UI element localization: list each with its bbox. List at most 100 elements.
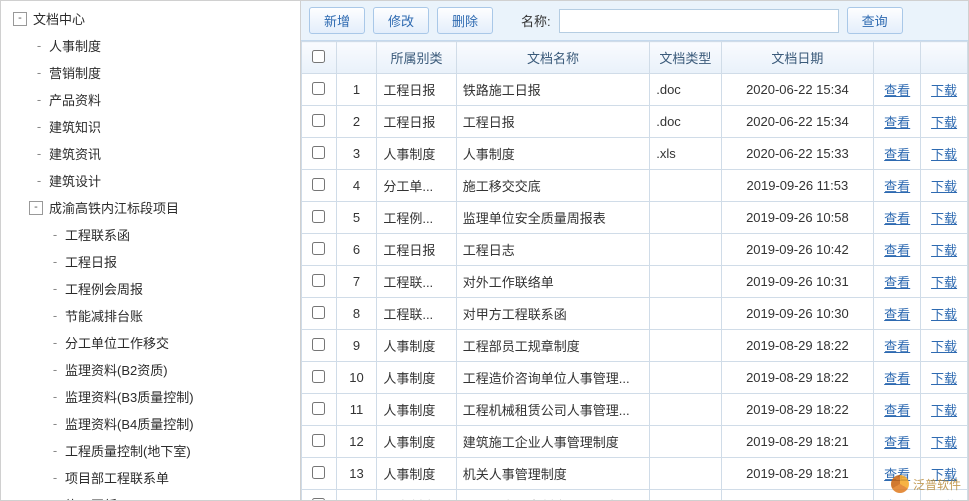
cell-docdate: 2019-09-26 11:53	[721, 170, 874, 202]
row-checkbox[interactable]	[312, 178, 325, 191]
leaf-icon: -	[49, 227, 61, 242]
view-link[interactable]: 查看	[884, 467, 910, 482]
cell-docname: 公司人事规章制度2019最新...	[456, 490, 649, 501]
document-grid: 所属别类 文档名称 文档类型 文档日期 1工程日报铁路施工日报.doc2020-…	[301, 41, 968, 500]
row-checkbox[interactable]	[312, 434, 325, 447]
download-link[interactable]: 下载	[931, 339, 957, 354]
collapse-icon[interactable]: -	[29, 201, 43, 215]
table-row: 8工程联...对甲方工程联系函2019-09-26 10:30查看下载	[302, 298, 968, 330]
cell-docname: 对外工作联络单	[456, 266, 649, 298]
view-link[interactable]: 查看	[884, 371, 910, 386]
sidebar-item[interactable]: -项目部工程联系单	[1, 464, 300, 491]
row-checkbox[interactable]	[312, 274, 325, 287]
view-link[interactable]: 查看	[884, 243, 910, 258]
cell-index: 3	[336, 138, 377, 170]
main-panel: 新增 修改 删除 名称: 查询 所属别类 文档名称 文档类型 文档日期	[301, 1, 968, 500]
cell-docname: 人事制度	[456, 138, 649, 170]
download-link[interactable]: 下载	[931, 403, 957, 418]
cell-docdate: 2019-09-26 10:31	[721, 266, 874, 298]
view-link[interactable]: 查看	[884, 83, 910, 98]
cell-doctype: .doc	[650, 74, 721, 106]
col-doctype[interactable]: 文档类型	[650, 42, 721, 74]
sidebar-item[interactable]: -工程联系函	[1, 221, 300, 248]
edit-button[interactable]: 修改	[373, 7, 429, 34]
sidebar-item[interactable]: -建筑知识	[1, 113, 300, 140]
sidebar-item[interactable]: -监理资料(B4质量控制)	[1, 410, 300, 437]
view-link[interactable]: 查看	[884, 307, 910, 322]
view-link[interactable]: 查看	[884, 179, 910, 194]
view-link[interactable]: 查看	[884, 147, 910, 162]
cell-docdate: 2019-08-29 18:21	[721, 426, 874, 458]
sidebar-item[interactable]: -施工图纸	[1, 491, 300, 500]
sidebar-item[interactable]: -监理资料(B2资质)	[1, 356, 300, 383]
col-docdate[interactable]: 文档日期	[721, 42, 874, 74]
view-link[interactable]: 查看	[884, 435, 910, 450]
table-row: 6工程日报工程日志2019-09-26 10:42查看下载	[302, 234, 968, 266]
cell-docname: 工程日报	[456, 106, 649, 138]
delete-button[interactable]: 删除	[437, 7, 493, 34]
col-category[interactable]: 所属别类	[377, 42, 456, 74]
add-button[interactable]: 新增	[309, 7, 365, 34]
collapse-icon[interactable]: -	[13, 12, 27, 26]
download-link[interactable]: 下载	[931, 211, 957, 226]
table-row: 12人事制度建筑施工企业人事管理制度2019-08-29 18:21查看下载	[302, 426, 968, 458]
view-link[interactable]: 查看	[884, 211, 910, 226]
row-checkbox[interactable]	[312, 242, 325, 255]
table-row: 13人事制度机关人事管理制度2019-08-29 18:21查看下载	[302, 458, 968, 490]
row-checkbox[interactable]	[312, 306, 325, 319]
download-link[interactable]: 下载	[931, 147, 957, 162]
download-link[interactable]: 下载	[931, 371, 957, 386]
name-label: 名称:	[521, 11, 551, 30]
view-link[interactable]: 查看	[884, 403, 910, 418]
download-link[interactable]: 下载	[931, 243, 957, 258]
sidebar-item[interactable]: -监理资料(B3质量控制)	[1, 383, 300, 410]
download-link[interactable]: 下载	[931, 467, 957, 482]
download-link[interactable]: 下载	[931, 499, 957, 500]
sidebar-item[interactable]: -工程例会周报	[1, 275, 300, 302]
cell-doctype	[650, 298, 721, 330]
download-link[interactable]: 下载	[931, 83, 957, 98]
row-checkbox[interactable]	[312, 114, 325, 127]
sidebar-item[interactable]: -工程质量控制(地下室)	[1, 437, 300, 464]
cell-doctype	[650, 170, 721, 202]
download-link[interactable]: 下载	[931, 307, 957, 322]
select-all-checkbox[interactable]	[312, 50, 325, 63]
col-docname[interactable]: 文档名称	[456, 42, 649, 74]
download-link[interactable]: 下载	[931, 179, 957, 194]
view-link[interactable]: 查看	[884, 499, 910, 500]
tree-root[interactable]: - 文档中心	[1, 5, 300, 32]
download-link[interactable]: 下载	[931, 115, 957, 130]
sidebar-item[interactable]: -建筑设计	[1, 167, 300, 194]
sidebar-item[interactable]: -人事制度	[1, 32, 300, 59]
download-link[interactable]: 下载	[931, 435, 957, 450]
row-checkbox[interactable]	[312, 498, 325, 501]
tree-project-label: 成渝高铁内江标段项目	[47, 197, 181, 218]
sidebar-item[interactable]: -产品资料	[1, 86, 300, 113]
leaf-icon: -	[49, 254, 61, 269]
cell-docname: 铁路施工日报	[456, 74, 649, 106]
tree-project[interactable]: - 成渝高铁内江标段项目	[1, 194, 300, 221]
cell-index: 13	[336, 458, 377, 490]
name-input[interactable]	[559, 9, 839, 33]
sidebar-item[interactable]: -节能减排台账	[1, 302, 300, 329]
search-button[interactable]: 查询	[847, 7, 903, 34]
view-link[interactable]: 查看	[884, 115, 910, 130]
sidebar-item[interactable]: -营销制度	[1, 59, 300, 86]
row-checkbox[interactable]	[312, 370, 325, 383]
cell-docdate: 2020-06-22 15:34	[721, 74, 874, 106]
download-link[interactable]: 下载	[931, 275, 957, 290]
row-checkbox[interactable]	[312, 402, 325, 415]
row-checkbox[interactable]	[312, 338, 325, 351]
sidebar-item[interactable]: -建筑资讯	[1, 140, 300, 167]
table-row: 1工程日报铁路施工日报.doc2020-06-22 15:34查看下载	[302, 74, 968, 106]
row-checkbox[interactable]	[312, 146, 325, 159]
cell-doctype	[650, 490, 721, 501]
row-checkbox[interactable]	[312, 82, 325, 95]
sidebar-item[interactable]: -工程日报	[1, 248, 300, 275]
row-checkbox[interactable]	[312, 466, 325, 479]
row-checkbox[interactable]	[312, 210, 325, 223]
cell-category: 人事制度	[377, 426, 456, 458]
view-link[interactable]: 查看	[884, 339, 910, 354]
view-link[interactable]: 查看	[884, 275, 910, 290]
sidebar-item[interactable]: -分工单位工作移交	[1, 329, 300, 356]
